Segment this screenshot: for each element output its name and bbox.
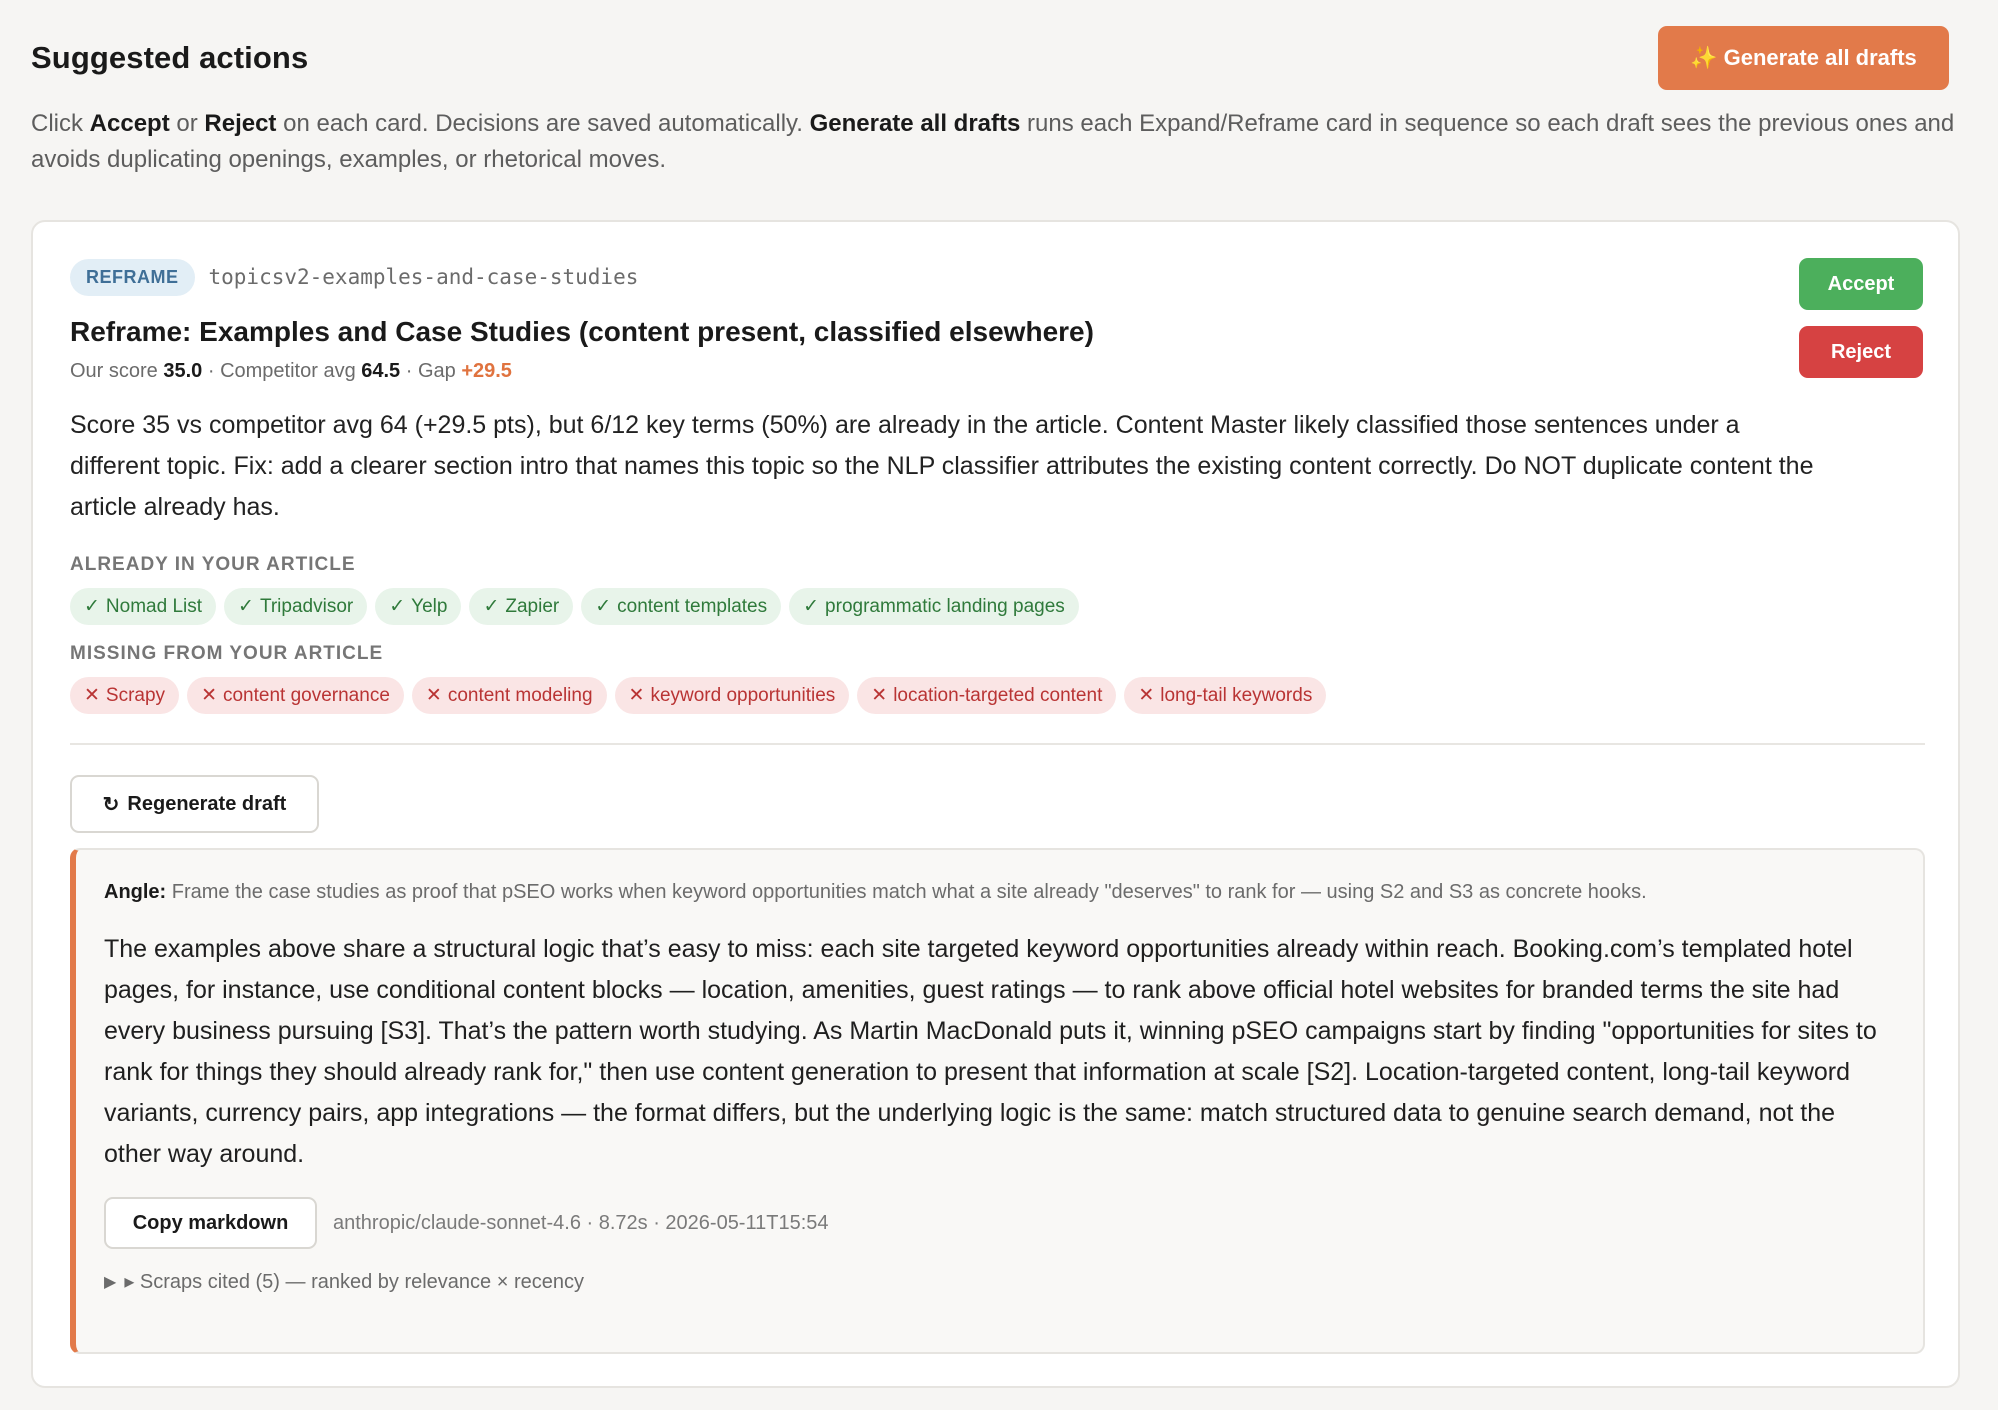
topbar: Suggested actions ✨ Generate all drafts xyxy=(31,26,1967,90)
check-icon: ✓ xyxy=(595,596,612,617)
card-tag-row: REFRAME topicsv2-examples-and-case-studi… xyxy=(70,258,1921,296)
missing-term-chip-label: keyword opportunities xyxy=(650,684,836,706)
draft-footer: Copy markdown anthropic/claude-sonnet-4.… xyxy=(104,1197,1893,1249)
generate-all-drafts-button[interactable]: ✨ Generate all drafts xyxy=(1658,26,1949,90)
score-line: Our score 35.0 · Competitor avg 64.5 · G… xyxy=(70,360,1921,383)
already-in-article-chips: ✓ Nomad List ✓ Tripadvisor ✓ Yelp ✓ Zapier ✓ cont… xyxy=(70,588,1921,625)
cross-icon: ✕ xyxy=(871,685,888,706)
card-actions: Accept Reject xyxy=(1799,258,1923,378)
topic-slug: topicsv2-examples-and-case-studies xyxy=(208,265,639,289)
present-term-chip-label: programmatic landing pages xyxy=(825,595,1065,617)
present-term-chip-label: Yelp xyxy=(411,595,448,617)
reject-button[interactable]: Reject xyxy=(1799,326,1923,378)
present-term-chip: ✓ Tripadvisor xyxy=(224,588,368,625)
missing-term-chip-label: content governance xyxy=(222,684,390,706)
present-term-chip-label: Nomad List xyxy=(105,595,203,617)
card-description: Score 35 vs competitor avg 64 (+29.5 pts… xyxy=(70,411,1814,521)
check-icon: ✓ xyxy=(483,596,500,617)
action-card: REFRAME topicsv2-examples-and-case-studi… xyxy=(31,220,1960,1388)
present-term-chip: ✓ Nomad List xyxy=(70,588,217,625)
intro-text-part: or xyxy=(169,110,205,137)
missing-from-article-chips: ✕ Scrapy ✕ content governance ✕ content model… xyxy=(70,677,1921,714)
our-score-value: 35.0 xyxy=(163,360,203,382)
draft-body: The examples above share a structural lo… xyxy=(104,935,1877,1168)
present-term-chip: ✓ content templates xyxy=(581,588,782,625)
cross-icon: ✕ xyxy=(425,685,442,706)
angle-label: Angle: xyxy=(104,881,167,903)
gap-label: · Gap xyxy=(400,360,462,382)
cross-icon: ✕ xyxy=(84,685,100,706)
copy-markdown-button[interactable]: Copy markdown xyxy=(104,1197,317,1249)
generate-all-drafts-label: Generate all drafts xyxy=(1723,45,1917,70)
suggested-actions-page: Suggested actions ✨ Generate all drafts … xyxy=(0,0,1998,1410)
cross-icon: ✕ xyxy=(628,685,645,706)
angle-text: Frame the case studies as proof that pSE… xyxy=(166,881,1647,903)
our-score-label: Our score xyxy=(70,360,164,382)
present-term-chip-label: content templates xyxy=(617,595,768,617)
reframe-badge: REFRAME xyxy=(70,258,195,296)
missing-term-chip: ✕ Scrapy xyxy=(70,677,180,714)
present-term-chip: ✓ Yelp xyxy=(375,588,462,625)
missing-term-chip: ✕ long-tail keywords xyxy=(1124,677,1327,714)
check-icon: ✓ xyxy=(389,596,406,617)
intro-text-part: Click xyxy=(31,110,90,137)
draft-meta: anthropic/claude-sonnet-4.6 · 8.72s · 20… xyxy=(333,1211,829,1234)
already-in-article-label: ALREADY IN YOUR ARTICLE xyxy=(70,554,356,575)
scraps-cited-label: ▸ Scraps cited (5) — ranked by relevance… xyxy=(124,1271,584,1293)
draft-panel: Angle: Frame the case studies as proof t… xyxy=(70,848,1925,1354)
cross-icon: ✕ xyxy=(1138,685,1155,706)
refresh-icon: ↻ xyxy=(102,793,120,816)
missing-term-chip: ✕ content governance xyxy=(187,677,404,714)
draft-angle: Angle: Frame the case studies as proof t… xyxy=(104,878,1884,907)
check-icon: ✓ xyxy=(84,596,100,617)
competitor-avg-value: 64.5 xyxy=(361,360,401,382)
card-content: REFRAME topicsv2-examples-and-case-studi… xyxy=(70,258,1925,833)
missing-term-chip: ✕ content modeling xyxy=(411,677,607,714)
card-title: Reframe: Examples and Case Studies (cont… xyxy=(70,316,1094,347)
page-title: Suggested actions xyxy=(31,40,309,75)
missing-term-chip-label: content modeling xyxy=(447,684,593,706)
accept-button[interactable]: Accept xyxy=(1799,258,1923,310)
competitor-avg-label: · Competitor avg xyxy=(202,360,362,382)
intro-accept-term: Accept xyxy=(89,110,170,137)
intro-text-part: on each card. Decisions are saved automa… xyxy=(276,110,810,137)
intro-reject-term: Reject xyxy=(204,110,277,137)
scraps-cited-toggle[interactable]: ▶ ▸ Scraps cited (5) — ranked by relevan… xyxy=(104,1269,1893,1294)
missing-term-chip: ✕ keyword opportunities xyxy=(614,677,850,714)
regenerate-draft-button[interactable]: ↻ Regenerate draft xyxy=(70,775,319,833)
present-term-chip: ✓ Zapier xyxy=(469,588,574,625)
missing-from-article-label: MISSING FROM YOUR ARTICLE xyxy=(70,643,384,664)
regenerate-draft-label: Regenerate draft xyxy=(127,792,287,815)
cross-icon: ✕ xyxy=(201,685,217,706)
missing-term-chip-label: Scrapy xyxy=(105,684,166,706)
missing-term-chip-label: location-targeted content xyxy=(893,684,1103,706)
divider xyxy=(70,743,1925,745)
missing-term-chip: ✕ location-targeted content xyxy=(857,677,1117,714)
missing-term-chip-label: long-tail keywords xyxy=(1160,684,1313,706)
check-icon: ✓ xyxy=(803,596,820,617)
present-term-chip: ✓ programmatic landing pages xyxy=(789,588,1079,625)
disclosure-triangle-icon: ▶ xyxy=(104,1273,117,1291)
present-term-chip-label: Zapier xyxy=(505,595,560,617)
sparkle-icon: ✨ xyxy=(1690,45,1718,70)
gap-value: +29.5 xyxy=(461,360,512,382)
intro-generate-term: Generate all drafts xyxy=(809,110,1021,137)
present-term-chip-label: Tripadvisor xyxy=(259,595,354,617)
intro-text: Click Accept or Reject on each card. Dec… xyxy=(31,106,1971,178)
check-icon: ✓ xyxy=(238,596,254,617)
